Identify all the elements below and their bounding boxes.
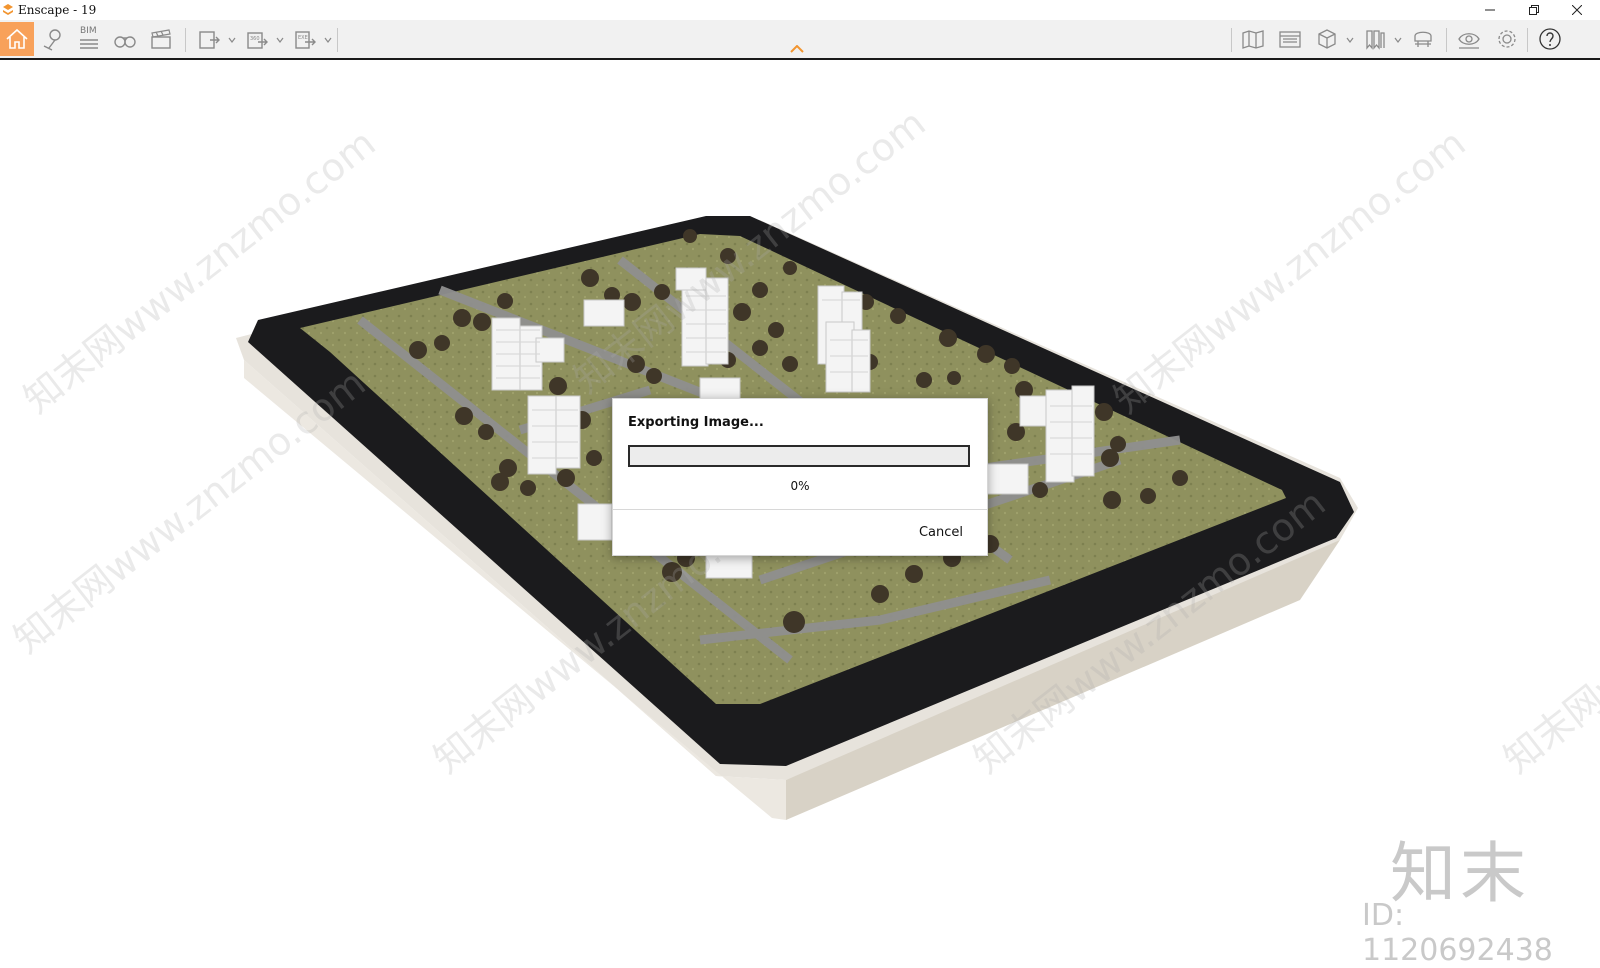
dialog-divider	[613, 509, 987, 510]
cube-icon	[1318, 29, 1336, 49]
minimize-icon	[1485, 9, 1495, 11]
chevron-down-icon[interactable]	[276, 36, 284, 44]
views-button[interactable]	[108, 22, 142, 56]
chevron-down-icon[interactable]	[324, 36, 332, 44]
cancel-button[interactable]: Cancel	[915, 523, 967, 542]
exe-export-button[interactable]: EXE	[288, 22, 322, 56]
close-button[interactable]	[1557, 0, 1597, 20]
home-button[interactable]	[0, 22, 34, 56]
sun-icon	[1414, 31, 1432, 47]
bookmarks-icon	[1366, 30, 1385, 50]
chevron-down-icon[interactable]	[1394, 36, 1402, 44]
visual-settings-button[interactable]	[1452, 22, 1486, 56]
video-editor-button[interactable]	[144, 22, 178, 56]
help-button[interactable]	[1533, 22, 1567, 56]
toolbar-separator	[337, 28, 338, 52]
toolbar-separator	[1231, 28, 1232, 52]
close-icon	[1572, 5, 1582, 15]
help-icon	[1539, 28, 1561, 50]
toolbar-separator	[1446, 28, 1447, 52]
screenshot-export-icon	[199, 31, 220, 49]
ruler-panel-icon	[1279, 31, 1301, 48]
clapperboard-icon	[151, 29, 171, 49]
eye-icon	[1458, 33, 1480, 49]
binoculars-icon	[114, 36, 136, 48]
progress-percentage: 0%	[790, 479, 810, 493]
svg-text:EXE: EXE	[298, 35, 308, 41]
asset-library-button[interactable]	[1310, 22, 1344, 56]
title-bar: Enscape - 19	[0, 0, 1600, 20]
exe-export-icon: EXE	[295, 31, 316, 49]
restore-icon	[1529, 5, 1539, 15]
toolbar-separator	[185, 28, 186, 52]
toolbar-separator	[1527, 28, 1528, 52]
dialog-title: Exporting Image...	[628, 415, 764, 430]
window-title: Enscape - 19	[18, 3, 97, 17]
bookmarks-button[interactable]	[1358, 22, 1392, 56]
atmosphere-button[interactable]	[1406, 22, 1440, 56]
location-button[interactable]	[36, 22, 70, 56]
svg-text:360: 360	[250, 36, 260, 42]
enscape-logo-icon	[3, 4, 13, 15]
panel-button[interactable]	[1273, 22, 1307, 56]
chevron-down-icon[interactable]	[228, 36, 236, 44]
restore-button[interactable]	[1514, 0, 1554, 20]
minimize-button[interactable]	[1470, 0, 1510, 20]
screenshot-button[interactable]	[192, 22, 226, 56]
map-pin-icon	[43, 29, 61, 51]
panorama-360-icon: 360	[247, 32, 268, 49]
collapse-toolbar-chevron-icon[interactable]	[790, 45, 804, 53]
settings-button[interactable]	[1490, 22, 1524, 56]
bim-button[interactable]: BIM	[72, 22, 106, 56]
export-progress-dialog: Exporting Image... 0% Cancel	[612, 398, 988, 556]
home-icon	[6, 28, 28, 49]
chevron-down-icon[interactable]	[1346, 36, 1354, 44]
map-button[interactable]	[1236, 22, 1270, 56]
toolbar: BIM 360 EXE	[0, 20, 1600, 60]
progress-bar	[628, 445, 970, 467]
settings-icon	[1498, 30, 1516, 48]
map-icon	[1242, 30, 1264, 49]
panorama-button[interactable]: 360	[240, 22, 274, 56]
bim-label: BIM	[80, 26, 97, 36]
